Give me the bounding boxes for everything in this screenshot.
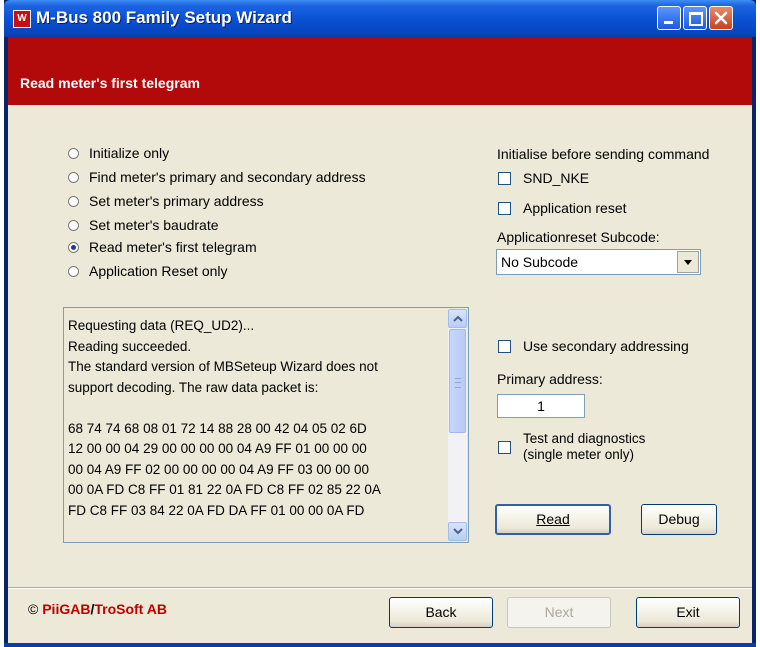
header-banner: Read meter's first telegram — [8, 37, 752, 105]
divider — [8, 587, 752, 589]
next-button-label: Next — [544, 604, 574, 620]
vertical-scrollbar[interactable] — [448, 309, 467, 541]
chevron-up-icon — [453, 315, 463, 322]
checkbox[interactable] — [498, 171, 511, 185]
chevron-down-icon[interactable] — [677, 251, 699, 273]
read-button-label: Read — [536, 511, 570, 527]
debug-button[interactable]: Debug — [641, 504, 717, 535]
subcode-dropdown[interactable]: No Subcode — [496, 249, 701, 275]
log-line: support decoding. The raw data packet is… — [68, 379, 319, 395]
use-secondary-addressing-checkbox[interactable]: Use secondary addressing — [498, 337, 689, 355]
exit-button-label: Exit — [676, 604, 700, 620]
copyright-symbol: © — [28, 601, 39, 617]
wizard-window: W M-Bus 800 Family Setup Wizard Read met… — [4, 0, 756, 647]
option-label: Find meter's primary and secondary addre… — [89, 169, 366, 185]
log-line: FD C8 FF 03 84 22 0A FD DA FF 01 00 00 0… — [68, 502, 365, 518]
option-label: Initialize only — [89, 145, 170, 161]
window-bottom-border — [4, 643, 756, 647]
copyright: © PiiGAB/TroSoft AB — [28, 601, 167, 617]
next-button[interactable]: Next — [507, 597, 611, 628]
scroll-down-button[interactable] — [448, 522, 467, 541]
radio-button[interactable] — [68, 147, 79, 159]
primary-address-input[interactable]: 1 — [497, 394, 585, 418]
log-line: The standard version of MBSeteup Wizard … — [68, 359, 378, 374]
checkbox-label: Use secondary addressing — [523, 338, 689, 354]
window-title: M-Bus 800 Family Setup Wizard — [36, 8, 292, 27]
application-reset-checkbox[interactable]: Application reset — [498, 199, 627, 217]
option-read-first-telegram[interactable]: Read meter's first telegram — [68, 238, 257, 256]
grip-icon — [455, 378, 461, 388]
log-line: Requesting data (REQ_UD2)... — [68, 318, 255, 333]
back-button[interactable]: Back — [389, 597, 493, 628]
read-button[interactable]: Read — [495, 504, 611, 535]
close-button[interactable] — [709, 6, 733, 30]
option-label: Application Reset only — [89, 263, 228, 279]
log-line: 00 0A FD C8 FF 01 81 22 0A FD C8 FF 02 8… — [68, 482, 381, 497]
checkbox[interactable] — [498, 339, 511, 353]
page-title: Read meter's first telegram — [20, 75, 200, 91]
log-line: Reading succeeded. — [68, 338, 192, 354]
maximize-button[interactable] — [683, 6, 707, 30]
telegram-log-textarea[interactable]: Requesting data (REQ_UD2)... Reading succ… — [63, 307, 469, 543]
log-line: 12 00 00 04 29 00 00 00 00 04 A9 FF 01 0… — [68, 441, 367, 456]
log-line: 68 74 74 68 08 01 72 14 88 28 00 42 04 0… — [68, 420, 367, 436]
checkbox-label: SND_NKE — [523, 170, 590, 186]
app-icon: W — [13, 10, 31, 28]
minimize-button[interactable] — [657, 6, 681, 30]
subcode-selected-value: No Subcode — [501, 254, 579, 270]
radio-button[interactable] — [68, 195, 79, 207]
close-icon — [714, 11, 728, 25]
option-application-reset-only[interactable]: Application Reset only — [68, 262, 228, 280]
checkbox[interactable] — [498, 201, 511, 215]
debug-button-label: Debug — [658, 511, 700, 527]
subcode-label: Applicationreset Subcode: — [497, 229, 660, 245]
checkbox[interactable] — [498, 440, 511, 454]
radio-button-selected[interactable] — [68, 241, 79, 253]
primary-address-label: Primary address: — [497, 371, 603, 387]
option-set-primary-address[interactable]: Set meter's primary address — [68, 192, 264, 210]
radio-button[interactable] — [68, 171, 79, 183]
back-button-label: Back — [425, 604, 457, 620]
brand-piigab: PiiGAB — [42, 601, 91, 617]
log-line: 00 04 A9 FF 02 00 00 00 00 04 A9 FF 03 0… — [68, 461, 369, 477]
option-label: Set meter's primary address — [89, 193, 264, 209]
init-heading: Initialise before sending command — [497, 146, 710, 162]
exit-button[interactable]: Exit — [636, 597, 740, 628]
radio-button[interactable] — [68, 219, 79, 231]
log-text: Requesting data (REQ_UD2)... Reading succ… — [68, 316, 446, 521]
dialog-body: Read meter's first telegram Initialize o… — [8, 37, 752, 643]
snd-nke-checkbox[interactable]: SND_NKE — [498, 169, 589, 187]
scroll-up-button[interactable] — [448, 309, 467, 328]
title-bar[interactable]: W M-Bus 800 Family Setup Wizard — [4, 0, 756, 37]
checkbox-label: Test and diagnostics (single meter only) — [523, 431, 645, 463]
test-diagnostics-checkbox[interactable]: Test and diagnostics (single meter only) — [498, 431, 645, 462]
checkbox-label: Application reset — [523, 200, 627, 216]
test-label-line2: (single meter only) — [523, 447, 635, 462]
test-label-line1: Test and diagnostics — [523, 431, 646, 446]
option-label: Read meter's first telegram — [89, 239, 257, 255]
chevron-down-icon — [453, 528, 463, 535]
option-find-address[interactable]: Find meter's primary and secondary addre… — [68, 168, 366, 186]
log-line: ​ — [68, 398, 446, 419]
option-initialize-only[interactable]: Initialize only — [68, 144, 169, 162]
brand-trosoft: TroSoft AB — [94, 601, 167, 617]
option-set-baudrate[interactable]: Set meter's baudrate — [68, 216, 219, 234]
option-label: Set meter's baudrate — [89, 217, 219, 233]
radio-button[interactable] — [68, 265, 79, 277]
scroll-thumb[interactable] — [449, 329, 466, 433]
